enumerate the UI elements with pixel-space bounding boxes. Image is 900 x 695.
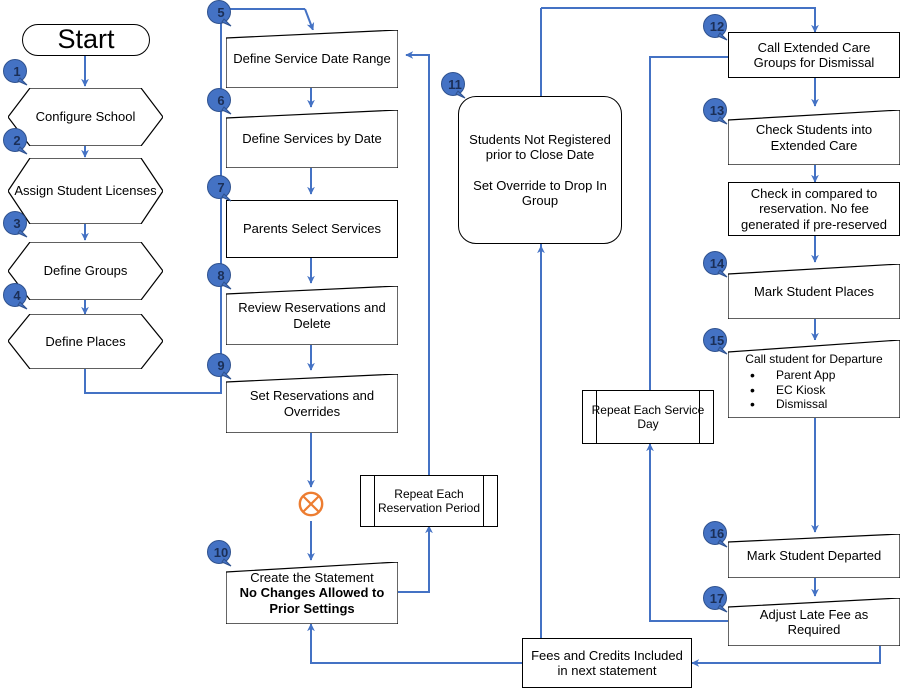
node-define-groups-label: Define Groups xyxy=(43,263,128,279)
node-create-the-statement-line2: No Changes Allowed to Prior Settings xyxy=(239,585,385,616)
node-create-the-statement-line1: Create the Statement xyxy=(250,570,374,585)
node-students-not-registered-line1: Students Not Registered prior to Close D… xyxy=(469,131,611,162)
badge-8[interactable]: 8 xyxy=(206,263,236,293)
node-assign-student-licenses-label: Assign Student Licenses xyxy=(14,183,157,199)
node-define-service-date-range-label: Define Service Date Range xyxy=(233,51,391,67)
badge-14-number: 14 xyxy=(709,255,725,271)
node-call-student-for-departure-text: Call student for Departure Parent App EC… xyxy=(728,340,900,413)
badge-6[interactable]: 6 xyxy=(206,88,236,118)
edge-fees-to-10 xyxy=(310,629,524,664)
node-set-reservations-overrides-label: Set Reservations and Overrides xyxy=(249,388,375,419)
node-define-places-label: Define Places xyxy=(45,333,126,349)
node-create-the-statement[interactable]: Create the Statement No Changes Allowed … xyxy=(226,562,398,624)
summing-junction-icon xyxy=(298,491,324,517)
badge-16[interactable]: 16 xyxy=(702,521,732,551)
node-check-students-into-extended-care-label: Check Students into Extended Care xyxy=(755,122,873,153)
node-create-the-statement-text: Create the Statement No Changes Allowed … xyxy=(226,568,398,618)
badge-2-number: 2 xyxy=(13,132,21,148)
badge-10-number: 10 xyxy=(213,544,229,560)
badge-1[interactable]: 1 xyxy=(2,59,32,89)
edge-top-rail xyxy=(541,7,816,24)
node-fees-and-credits[interactable]: Fees and Credits Included in next statem… xyxy=(522,638,692,688)
node-repeat-each-service-day-label: Repeat Each Service Day xyxy=(591,402,705,431)
node-mark-student-places-label: Mark Student Places xyxy=(754,283,874,299)
node-fees-and-credits-label: Fees and Credits Included in next statem… xyxy=(531,647,683,678)
node-check-in-note[interactable]: Check in compared to reservation. No fee… xyxy=(728,182,900,236)
edge-repeat-res-to-5 xyxy=(414,54,430,475)
badge-6-number: 6 xyxy=(217,92,225,108)
node-set-reservations-overrides[interactable]: Set Reservations and Overrides xyxy=(226,374,398,433)
badge-15[interactable]: 15 xyxy=(702,328,732,358)
departure-method-item: Dismissal xyxy=(750,396,894,413)
badge-14[interactable]: 14 xyxy=(702,251,732,281)
badge-3-number: 3 xyxy=(13,215,21,231)
badge-2[interactable]: 2 xyxy=(2,128,32,158)
badge-3[interactable]: 3 xyxy=(2,211,32,241)
badge-7[interactable]: 7 xyxy=(206,175,236,205)
node-define-places[interactable]: Define Places xyxy=(8,314,163,369)
node-repeat-each-service-day[interactable]: Repeat Each Service Day xyxy=(582,390,714,444)
node-call-extended-care-groups-label: Call Extended Care Groups for Dismissal xyxy=(753,39,875,70)
badge-9-number: 9 xyxy=(217,357,225,373)
node-check-students-into-extended-care[interactable]: Check Students into Extended Care xyxy=(728,110,900,165)
node-call-student-for-departure[interactable]: Call student for Departure Parent App EC… xyxy=(728,340,900,418)
node-start[interactable]: Start xyxy=(22,24,150,56)
node-mark-student-departed[interactable]: Mark Student Departed xyxy=(728,534,900,578)
badge-15-number: 15 xyxy=(709,332,725,348)
flowchart-canvas: Start Configure School Assign Student Li… xyxy=(0,0,900,695)
node-configure-school-label: Configure School xyxy=(35,109,136,125)
badge-17-number: 17 xyxy=(709,590,725,606)
departure-method-list: Parent App EC Kiosk Dismissal xyxy=(734,367,894,413)
node-adjust-late-fee-label: Adjust Late Fee as Required xyxy=(759,606,869,637)
node-repeat-each-reservation-period-label: Repeat Each Reservation Period xyxy=(377,486,481,515)
badge-16-number: 16 xyxy=(709,525,725,541)
badge-17[interactable]: 17 xyxy=(702,586,732,616)
node-students-not-registered[interactable]: Students Not Registered prior to Close D… xyxy=(458,96,622,244)
badge-11[interactable]: 11 xyxy=(440,72,470,102)
departure-method-item: Parent App xyxy=(750,367,894,384)
node-mark-student-places[interactable]: Mark Student Places xyxy=(728,264,900,319)
node-define-services-by-date-label: Define Services by Date xyxy=(242,131,382,147)
node-define-services-by-date[interactable]: Define Services by Date xyxy=(226,110,398,168)
node-students-not-registered-line2: Set Override to Drop In Group xyxy=(473,177,607,208)
badge-10[interactable]: 10 xyxy=(206,540,236,570)
node-review-reservations[interactable]: Review Reservations and Delete xyxy=(226,286,398,345)
node-define-service-date-range[interactable]: Define Service Date Range xyxy=(226,30,398,88)
node-start-label: Start xyxy=(57,24,115,55)
badge-5[interactable]: 5 xyxy=(206,0,236,30)
node-check-in-note-label: Check in compared to reservation. No fee… xyxy=(741,186,887,232)
badge-13-number: 13 xyxy=(709,102,725,118)
node-mark-student-departed-label: Mark Student Departed xyxy=(746,548,882,564)
badge-12[interactable]: 12 xyxy=(702,14,732,44)
badge-13[interactable]: 13 xyxy=(702,98,732,128)
node-call-extended-care-groups[interactable]: Call Extended Care Groups for Dismissal xyxy=(728,32,900,78)
badge-11-number: 11 xyxy=(448,76,462,92)
node-call-student-for-departure-label: Call student for Departure xyxy=(745,352,883,366)
edge-4-to-5-arrow xyxy=(304,8,315,31)
badge-12-number: 12 xyxy=(709,18,725,34)
node-parents-select-services[interactable]: Parents Select Services xyxy=(226,200,398,258)
badge-1-number: 1 xyxy=(13,63,21,79)
node-students-not-registered-text: Students Not Registered prior to Close D… xyxy=(459,130,621,211)
badge-5-number: 5 xyxy=(217,4,225,20)
node-adjust-late-fee[interactable]: Adjust Late Fee as Required xyxy=(728,598,900,646)
badge-9[interactable]: 9 xyxy=(206,353,236,383)
badge-8-number: 8 xyxy=(217,267,225,283)
node-repeat-each-reservation-period[interactable]: Repeat Each Reservation Period xyxy=(360,475,498,527)
node-parents-select-services-label: Parents Select Services xyxy=(242,221,381,237)
badge-7-number: 7 xyxy=(217,179,225,195)
node-review-reservations-label: Review Reservations and Delete xyxy=(238,300,386,331)
edge-10-to-repeat-res xyxy=(395,526,430,593)
badge-4[interactable]: 4 xyxy=(2,283,32,313)
departure-method-item: EC Kiosk xyxy=(750,382,894,399)
badge-4-number: 4 xyxy=(13,287,21,303)
